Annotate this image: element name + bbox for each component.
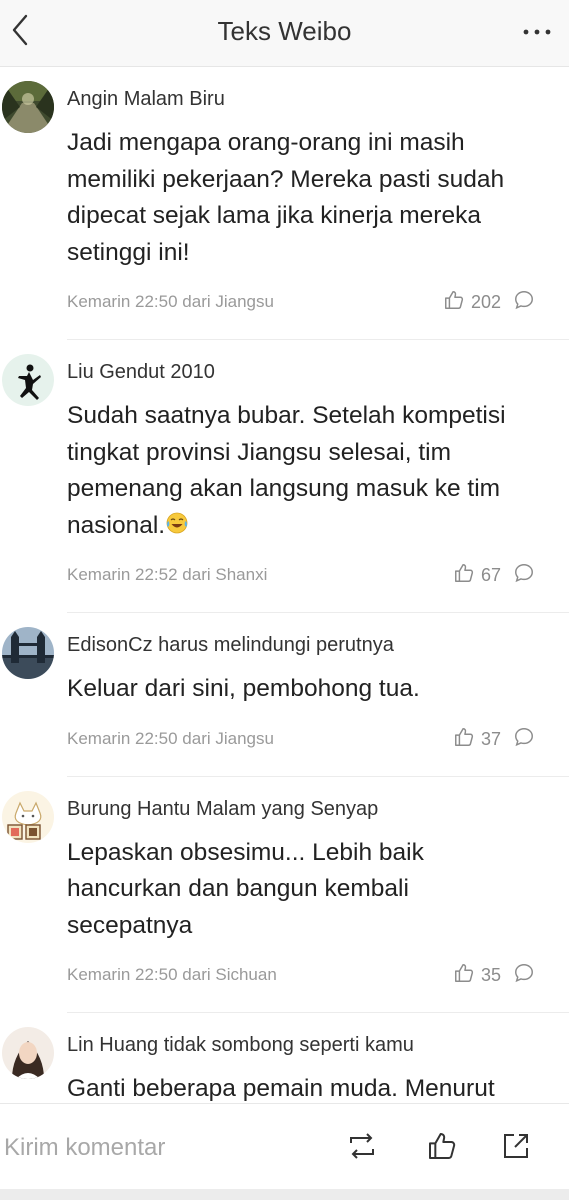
comment-username[interactable]: EdisonCz harus melindungi perutnya <box>67 631 394 659</box>
comment-input[interactable] <box>2 1130 326 1166</box>
laughing-crying-emoji-icon <box>165 510 189 534</box>
more-options-button[interactable] <box>517 14 557 50</box>
comment-item: Lin Huang tidak sombong seperti kamu Gan… <box>2 1012 569 1103</box>
comment-list[interactable]: Angin Malam Biru Jadi mengapa orang-oran… <box>0 67 569 1103</box>
like-button[interactable]: 67 <box>453 562 501 589</box>
comment-item: EdisonCz harus melindungi perutnya Kelua… <box>2 612 569 776</box>
comment-meta: Kemarin 22:50 dari Jiangsu 202 <box>67 289 535 315</box>
comment-text: Sudah saatnya bubar. Setelah kompetisi t… <box>67 398 535 544</box>
reply-button[interactable] <box>513 962 535 989</box>
like-button[interactable]: 37 <box>453 726 501 753</box>
speech-bubble-icon <box>513 964 535 988</box>
comment-username[interactable]: Angin Malam Biru <box>67 85 225 113</box>
reply-button[interactable] <box>513 289 535 316</box>
comment-timestamp: Kemarin 22:50 dari Sichuan <box>67 965 277 984</box>
page-title: Teks Weibo <box>217 16 352 46</box>
comment-username[interactable]: Lin Huang tidak sombong seperti kamu <box>67 1031 414 1059</box>
like-count: 67 <box>480 565 501 585</box>
comment-meta: Kemarin 22:52 dari Shanxi 67 <box>67 562 535 588</box>
repost-icon <box>346 1132 378 1165</box>
thumbs-up-icon <box>443 289 465 316</box>
repost-button[interactable] <box>342 1128 382 1168</box>
like-button[interactable]: 35 <box>453 962 501 989</box>
share-icon <box>501 1131 531 1166</box>
reply-button[interactable] <box>513 726 535 753</box>
share-button[interactable] <box>496 1128 536 1168</box>
comment-text: Keluar dari sini, pembohong tua. <box>67 675 420 702</box>
comment-text: Ganti beberapa pemain muda. Menurut <box>67 1075 495 1102</box>
comment-timestamp: Kemarin 22:52 dari Shanxi <box>67 565 268 584</box>
comment-username[interactable]: Burung Hantu Malam yang Senyap <box>67 795 378 823</box>
comment-meta: Kemarin 22:50 dari Jiangsu 37 <box>67 726 535 752</box>
speech-bubble-icon <box>513 727 535 752</box>
avatar[interactable] <box>2 627 54 679</box>
bottom-action-bar <box>0 1103 569 1190</box>
avatar[interactable] <box>2 1027 54 1079</box>
top-nav-bar: Teks Weibo <box>0 0 569 67</box>
reply-button[interactable] <box>513 562 535 589</box>
like-count: 37 <box>480 728 501 749</box>
speech-bubble-icon <box>513 564 535 588</box>
comment-item: Burung Hantu Malam yang Senyap Lepaskan … <box>2 775 569 1013</box>
back-button[interactable] <box>0 8 40 56</box>
thumbs-up-icon <box>453 562 475 589</box>
like-icon <box>426 1130 458 1167</box>
like-button[interactable]: 202 <box>443 289 501 316</box>
thumbs-up-icon <box>453 726 475 753</box>
chevron-left-icon <box>9 13 31 52</box>
comment-text: Lepaskan obsesimu... Lebih baik hancurka… <box>67 838 424 939</box>
thumbs-up-icon <box>453 962 475 989</box>
avatar[interactable] <box>2 790 54 843</box>
like-count: 35 <box>480 965 501 985</box>
bottom-safe-area <box>0 1189 569 1200</box>
more-dots-icon <box>522 23 552 41</box>
comment-item: Liu Gendut 2010 Sudah saatnya bubar. Set… <box>2 339 569 612</box>
comment-timestamp: Kemarin 22:50 dari Jiangsu <box>67 292 274 311</box>
comment-timestamp: Kemarin 22:50 dari Jiangsu <box>67 728 274 748</box>
like-post-button[interactable] <box>422 1128 462 1168</box>
comment-meta: Kemarin 22:50 dari Sichuan 35 <box>67 962 535 988</box>
comment-text: Jadi mengapa orang-orang ini masih memil… <box>67 129 505 266</box>
comment-text-body: Sudah saatnya bubar. Setelah kompetisi t… <box>67 402 506 539</box>
speech-bubble-icon <box>513 291 535 315</box>
comment-username[interactable]: Liu Gendut 2010 <box>67 358 215 386</box>
comment-item: Angin Malam Biru Jadi mengapa orang-oran… <box>0 67 569 339</box>
avatar[interactable] <box>2 354 54 406</box>
avatar[interactable] <box>2 81 54 133</box>
like-count: 202 <box>470 292 501 312</box>
